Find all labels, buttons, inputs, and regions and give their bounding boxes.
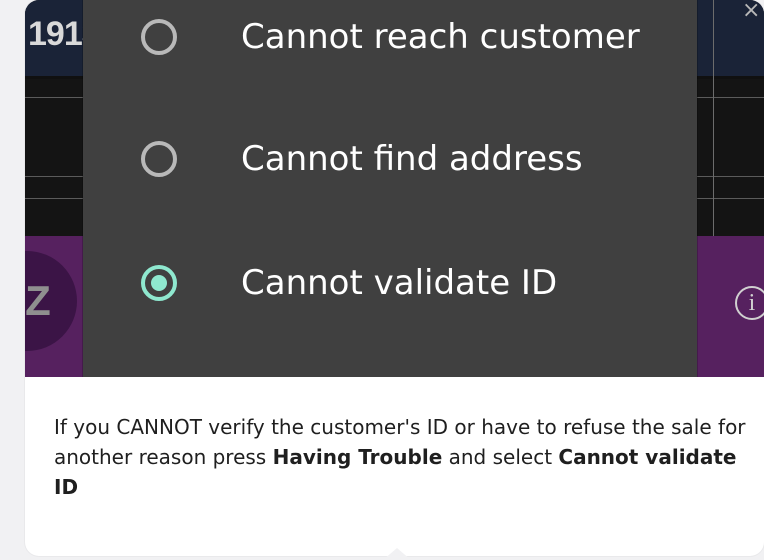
tutorial-card: 1913 Z i Cannot reach customer Cannot fi…	[25, 0, 764, 556]
reason-option-cannot-validate-id[interactable]: Cannot validate ID	[141, 258, 701, 308]
instruction-button-name: Having Trouble	[272, 445, 443, 469]
reason-dialog: Cannot reach customer Cannot find addres…	[83, 0, 697, 377]
instruction-text: If you CANNOT verify the customer's ID o…	[54, 412, 754, 502]
radio-button-unselected[interactable]	[141, 19, 177, 55]
close-icon[interactable]: ×	[742, 0, 764, 22]
reason-option-label: Cannot validate ID	[241, 263, 558, 303]
reason-option-label: Cannot find address	[241, 139, 583, 179]
screenshot-preview: 1913 Z i Cannot reach customer Cannot fi…	[25, 0, 764, 377]
radio-button-selected[interactable]	[141, 265, 177, 301]
instruction-text-part-2: and select	[442, 445, 559, 469]
background-right-border	[713, 0, 714, 236]
reason-option-cannot-reach-customer[interactable]: Cannot reach customer	[141, 12, 701, 62]
reason-option-label: Cannot reach customer	[241, 17, 640, 57]
radio-button-unselected[interactable]	[141, 141, 177, 177]
info-icon-glyph: i	[748, 290, 756, 316]
reason-option-cannot-find-address[interactable]: Cannot find address	[141, 134, 701, 184]
avatar-letter: Z	[25, 277, 51, 324]
info-icon: i	[735, 286, 764, 320]
